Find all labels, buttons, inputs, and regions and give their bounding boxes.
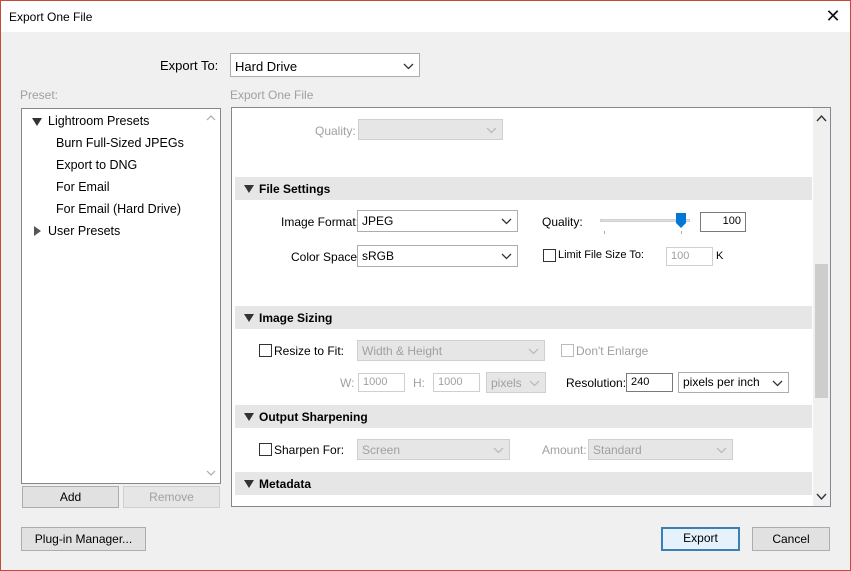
file-settings-title: File Settings xyxy=(259,182,331,196)
chevron-down-icon xyxy=(486,127,497,134)
image-format-select[interactable]: JPEG xyxy=(357,210,518,232)
slider-thumb[interactable] xyxy=(676,213,686,228)
metadata-header[interactable]: Metadata xyxy=(235,472,812,495)
resize-select[interactable]: Width & Height xyxy=(357,340,545,361)
file-settings-header[interactable]: File Settings xyxy=(235,177,812,200)
height-input[interactable]: 1000 xyxy=(433,373,480,392)
settings-panel: Quality: File Settings Image Format: JPE… xyxy=(231,107,831,507)
resize-value: Width & Height xyxy=(362,344,443,358)
scroll-up-icon[interactable] xyxy=(206,114,216,122)
quality-top-label: Quality: xyxy=(315,124,356,138)
limit-file-size-input[interactable]: 100 xyxy=(666,247,713,266)
preset-item[interactable]: Export to DNG xyxy=(56,158,137,172)
quality-top-select[interactable] xyxy=(358,119,503,140)
width-input[interactable]: 1000 xyxy=(358,373,405,392)
quality-slider[interactable] xyxy=(600,211,690,234)
plugin-manager-button[interactable]: Plug-in Manager... xyxy=(21,527,146,551)
sharpen-for-label: Sharpen For: xyxy=(274,443,345,457)
sharpen-for-value: Screen xyxy=(362,443,401,457)
height-label: H: xyxy=(413,376,425,390)
image-sizing-title: Image Sizing xyxy=(259,311,333,325)
color-space-select[interactable]: sRGB xyxy=(357,245,518,267)
chevron-down-icon xyxy=(716,447,727,454)
collapse-triangle-icon xyxy=(244,480,254,488)
metadata-title: Metadata xyxy=(259,477,312,491)
size-unit-select[interactable]: pixels xyxy=(486,372,546,393)
color-space-label: Color Space: xyxy=(291,250,361,264)
collapse-triangle-icon xyxy=(244,413,254,421)
collapse-triangle-icon xyxy=(244,185,254,193)
output-sharpening-header[interactable]: Output Sharpening xyxy=(235,405,812,428)
export-to-label: Export To: xyxy=(160,58,219,73)
export-button[interactable]: Export xyxy=(661,527,740,551)
cancel-button[interactable]: Cancel xyxy=(752,527,830,551)
collapsed-triangle-icon[interactable] xyxy=(34,226,41,236)
size-unit-value: pixels xyxy=(491,376,522,390)
sharpen-for-select[interactable]: Screen xyxy=(357,439,510,460)
export-to-value: Hard Drive xyxy=(235,59,298,74)
chevron-down-icon xyxy=(528,348,539,355)
amount-select[interactable]: Standard xyxy=(588,439,733,460)
settings-scrollbar[interactable] xyxy=(813,108,830,506)
expanded-triangle-icon[interactable] xyxy=(32,118,42,126)
preset-item[interactable]: For Email xyxy=(56,180,109,194)
image-format-value: JPEG xyxy=(362,214,394,228)
quality-input[interactable]: 100 xyxy=(700,212,746,232)
preset-item[interactable]: Burn Full-Sized JPEGs xyxy=(56,136,184,150)
image-format-label: Image Format: xyxy=(281,215,360,229)
preset-group-lightroom[interactable]: Lightroom Presets xyxy=(48,114,149,128)
export-to-select[interactable]: Hard Drive xyxy=(230,53,420,77)
scrollbar-thumb[interactable] xyxy=(815,264,828,398)
slider-tick xyxy=(681,231,682,234)
limit-file-size-checkbox[interactable] xyxy=(543,249,556,262)
amount-label: Amount: xyxy=(542,443,587,457)
quality-label: Quality: xyxy=(542,215,583,229)
panel-title: Export One File xyxy=(230,88,314,102)
slider-tick xyxy=(604,231,605,234)
export-dialog: Export One File ✕ Export To: Hard Drive … xyxy=(0,0,851,571)
chevron-down-icon xyxy=(529,380,540,387)
resolution-label: Resolution: xyxy=(566,376,627,390)
limit-unit-label: K xyxy=(716,250,724,262)
remove-preset-button[interactable]: Remove xyxy=(123,486,220,508)
sharpen-for-checkbox[interactable] xyxy=(259,443,272,456)
output-sharpening-title: Output Sharpening xyxy=(259,410,368,424)
chevron-down-icon xyxy=(493,447,504,454)
dont-enlarge-checkbox[interactable] xyxy=(561,344,574,357)
image-sizing-header[interactable]: Image Sizing xyxy=(235,306,812,329)
chevron-down-icon xyxy=(501,253,512,260)
resolution-unit-value: pixels per inch xyxy=(683,375,760,389)
add-preset-button[interactable]: Add xyxy=(22,486,119,508)
chevron-down-icon xyxy=(403,63,414,70)
window-title: Export One File xyxy=(9,10,93,24)
color-space-value: sRGB xyxy=(362,249,395,263)
preset-group-user[interactable]: User Presets xyxy=(48,224,120,238)
resize-to-fit-label: Resize to Fit: xyxy=(274,344,345,358)
preset-item[interactable]: For Email (Hard Drive) xyxy=(56,202,181,216)
limit-file-size-label: Limit File Size To: xyxy=(558,249,644,261)
dont-enlarge-label: Don't Enlarge xyxy=(576,344,649,358)
scroll-down-icon[interactable] xyxy=(816,491,827,502)
title-bar: Export One File ✕ xyxy=(1,1,850,32)
resize-to-fit-checkbox[interactable] xyxy=(259,344,272,357)
chevron-down-icon xyxy=(772,380,783,387)
scroll-up-icon[interactable] xyxy=(816,113,827,124)
resolution-input[interactable]: 240 xyxy=(626,373,673,392)
amount-value: Standard xyxy=(593,443,642,457)
resolution-unit-select[interactable]: pixels per inch xyxy=(678,372,789,393)
close-icon[interactable]: ✕ xyxy=(822,5,844,27)
preset-tree: Lightroom Presets Burn Full-Sized JPEGs … xyxy=(21,108,221,484)
width-label: W: xyxy=(340,376,355,390)
chevron-down-icon xyxy=(501,218,512,225)
preset-label: Preset: xyxy=(20,88,59,102)
scroll-down-icon[interactable] xyxy=(206,469,216,477)
slider-thumb-icon xyxy=(676,213,686,228)
collapse-triangle-icon xyxy=(244,314,254,322)
